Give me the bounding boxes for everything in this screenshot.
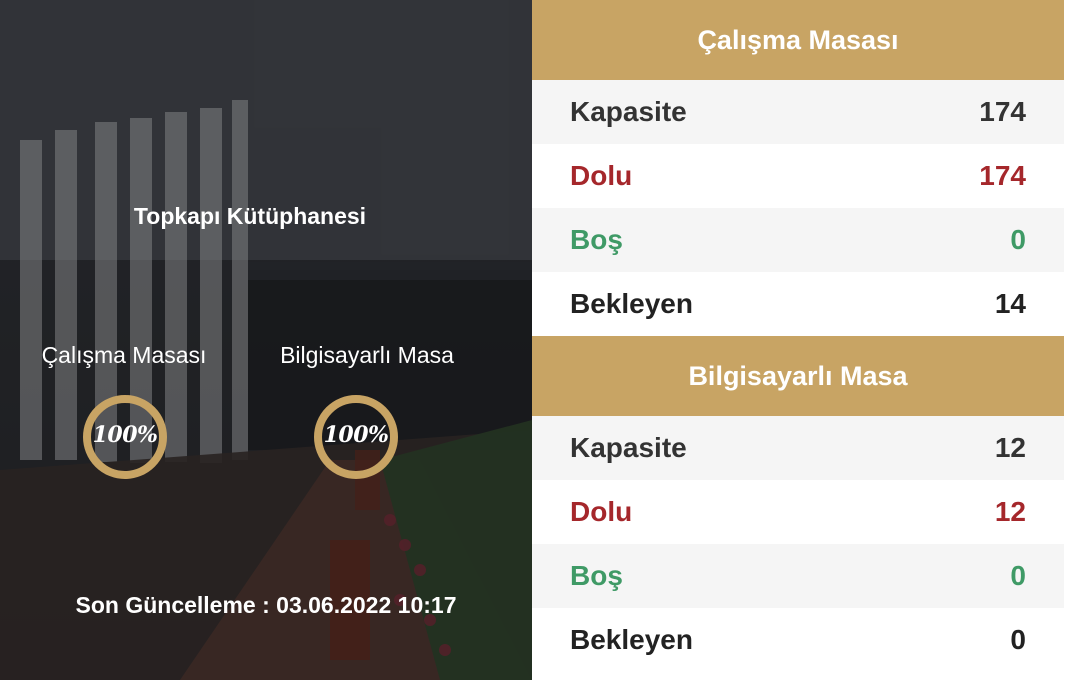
last-updated: Son Güncelleme : 03.06.2022 10:17 — [75, 592, 457, 618]
row-value: 12 — [994, 432, 1026, 463]
row-value: 0 — [1010, 224, 1026, 255]
row-value: 12 — [994, 496, 1026, 527]
row-kapasite: Kapasite 174 — [532, 80, 1064, 144]
row-label: Kapasite — [570, 432, 687, 463]
occupancy-panel: Çalışma Masası Kapasite 174 Dolu 174 Boş… — [532, 0, 1064, 680]
library-title: Topkapı Kütüphanesi — [133, 203, 367, 229]
row-value: 174 — [979, 96, 1026, 127]
row-value: 0 — [1010, 560, 1026, 591]
section-title: Bilgisayarlı Masa — [532, 336, 1064, 416]
row-kapasite: Kapasite 12 — [532, 416, 1064, 480]
section-title: Çalışma Masası — [532, 0, 1064, 80]
gauge-percent-calisma: 100% — [92, 422, 158, 448]
row-label: Kapasite — [570, 96, 687, 127]
row-label: Dolu — [570, 496, 633, 527]
row-label: Boş — [570, 224, 623, 255]
row-bos: Boş 0 — [532, 208, 1064, 272]
library-hero-panel: Topkapı Kütüphanesi Çalışma Masası Bilgi… — [0, 0, 532, 680]
row-value: 174 — [979, 160, 1026, 191]
row-bekleyen: Bekleyen 14 — [532, 272, 1064, 336]
gauge-percent-bilgisayarli: 100% — [323, 422, 389, 448]
row-label: Bekleyen — [570, 288, 693, 319]
gauge-bilgisayarli: 100% — [313, 394, 399, 480]
gauge-label-calisma: Çalışma Masası — [41, 342, 207, 368]
row-dolu: Dolu 174 — [532, 144, 1064, 208]
row-value: 14 — [994, 288, 1026, 319]
row-label: Boş — [570, 560, 623, 591]
row-label: Dolu — [570, 160, 633, 191]
row-bekleyen: Bekleyen 0 — [532, 608, 1064, 672]
gauge-label-bilgisayarli: Bilgisayarlı Masa — [280, 342, 454, 368]
dark-overlay — [0, 0, 532, 680]
row-dolu: Dolu 12 — [532, 480, 1064, 544]
row-label: Bekleyen — [570, 624, 693, 655]
row-value: 0 — [1010, 624, 1026, 655]
section-calisma-masasi: Çalışma Masası Kapasite 174 Dolu 174 Boş… — [532, 0, 1064, 336]
gauge-calisma: 100% — [82, 394, 168, 480]
row-bos: Boş 0 — [532, 544, 1064, 608]
section-bilgisayarli-masa: Bilgisayarlı Masa Kapasite 12 Dolu 12 Bo… — [532, 336, 1064, 672]
